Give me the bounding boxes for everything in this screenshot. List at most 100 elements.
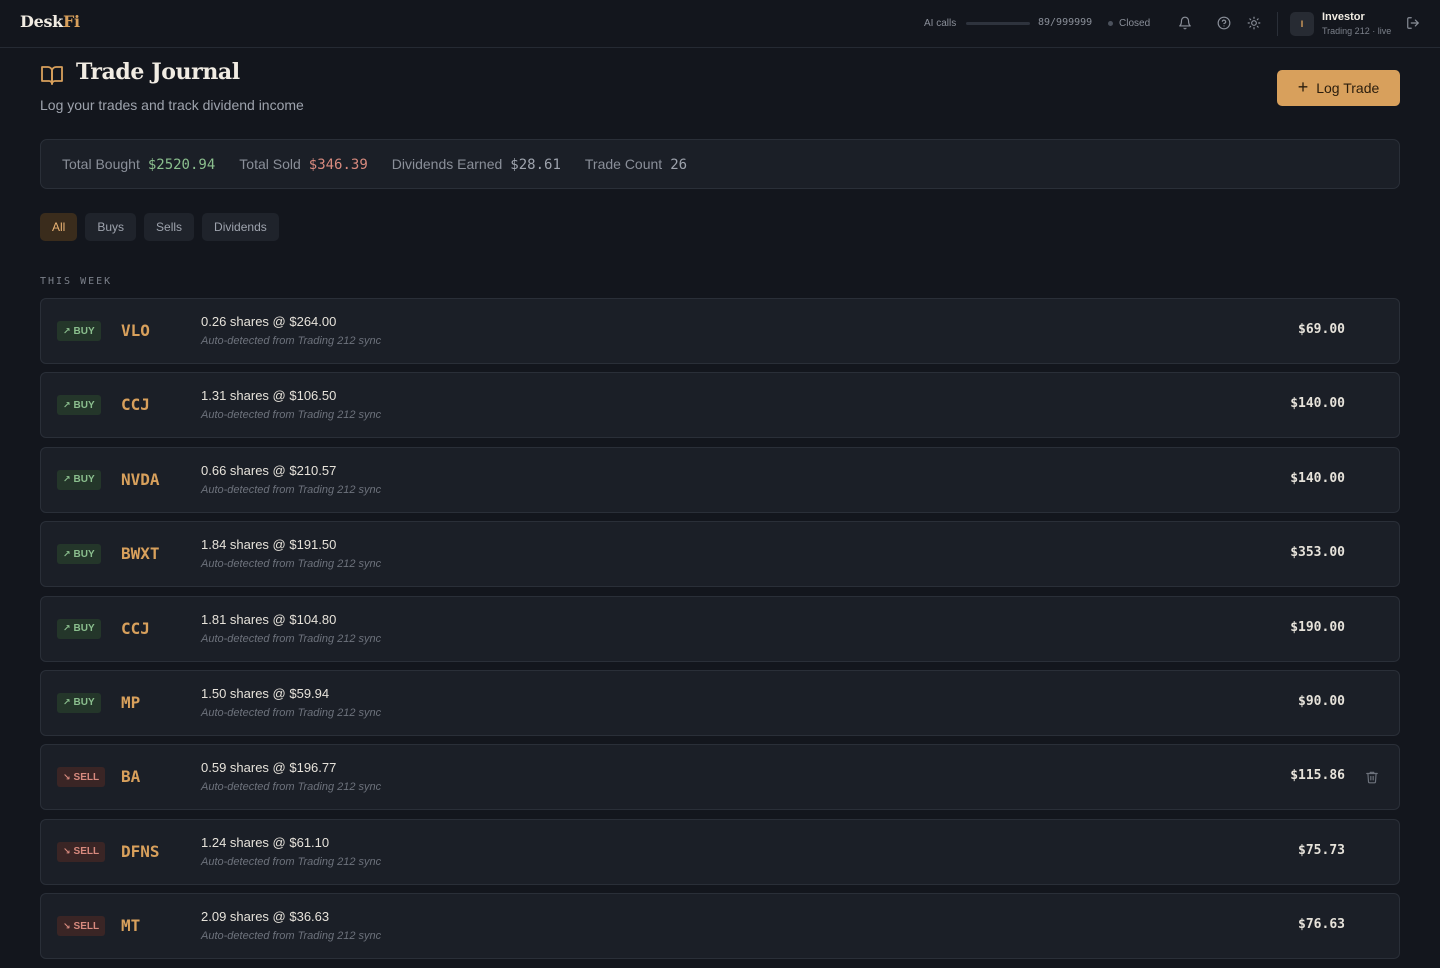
ai-calls-progress: [966, 22, 1030, 25]
trade-ticker: CCJ: [121, 395, 150, 415]
trade-type-badge: ↗ BUY: [57, 395, 101, 416]
trade-ticker: CCJ: [121, 618, 150, 638]
filter-dividends[interactable]: Dividends: [202, 213, 279, 241]
trade-type-label: BUY: [73, 325, 95, 337]
trade-note: Auto-detected from Trading 212 sync: [201, 930, 382, 943]
status-dot-icon: [1108, 21, 1113, 26]
trade-type-label: SELL: [73, 771, 100, 783]
trade-note: Auto-detected from Trading 212 sync: [201, 781, 382, 794]
avatar[interactable]: I: [1290, 12, 1314, 36]
market-status-text: Closed: [1119, 18, 1151, 29]
trade-type-label: BUY: [73, 399, 95, 411]
bell-icon: [1179, 16, 1191, 30]
log-trade-button[interactable]: + Log Trade: [1277, 70, 1400, 106]
trade-row[interactable]: ↗ BUY VLO 0.26 shares @ $264.00 Auto-det…: [40, 298, 1400, 364]
filter-sells[interactable]: Sells: [144, 213, 195, 241]
trend-up-icon: ↗: [63, 697, 71, 708]
trade-ticker: NVDA: [121, 469, 160, 489]
trade-row[interactable]: ↘ SELL MT 2.09 shares @ $36.63 Auto-dete…: [40, 893, 1400, 960]
trade-type-label: BUY: [73, 697, 95, 709]
trade-ticker: VLO: [121, 321, 150, 340]
help-button[interactable]: [1215, 14, 1233, 32]
trend-down-icon: ↘: [63, 771, 71, 782]
trade-amount: $76.63: [1298, 917, 1345, 933]
market-status: Closed: [1108, 18, 1150, 29]
trade-row[interactable]: ↗ BUY BWXT 1.84 shares @ $191.50 Auto-de…: [40, 521, 1400, 588]
stat-label: Total Bought: [62, 155, 140, 172]
trade-description: 1.50 shares @ $59.94: [201, 685, 330, 701]
trade-type-badge: ↗ BUY: [57, 618, 101, 639]
trade-type-label: BUY: [73, 548, 95, 560]
stat-value: $28.61: [510, 156, 561, 173]
sun-icon: [1247, 16, 1261, 30]
trend-up-icon: ↗: [63, 325, 71, 336]
filter-tabs: All Buys Sells Dividends: [40, 213, 279, 241]
page-subtitle: Log your trades and track dividend incom…: [40, 97, 304, 113]
trade-type-badge: ↘ SELL: [57, 767, 106, 788]
book-open-icon: [41, 66, 63, 85]
trade-ticker: DFNS: [121, 841, 160, 861]
log-trade-label: Log Trade: [1316, 80, 1380, 96]
stat-value: 26: [670, 156, 688, 173]
trade-row[interactable]: ↗ BUY MP 1.50 shares @ $59.94 Auto-detec…: [40, 669, 1400, 736]
stat-trade-count: Trade Count 26: [585, 156, 687, 173]
trade-row[interactable]: ↗ BUY CCJ 1.31 shares @ $106.50 Auto-det…: [40, 372, 1400, 439]
stat-label: Trade Count: [584, 155, 663, 172]
trade-amount: $140.00: [1290, 470, 1345, 486]
top-bar: DeskFi AI calls 89/999999 Closed I Inves…: [0, 0, 1440, 48]
stat-label: Total Sold: [239, 155, 301, 172]
summary-stats: Total Bought $2520.94 Total Sold $346.39…: [40, 139, 1400, 189]
trade-description: 1.31 shares @ $106.50: [201, 388, 337, 404]
ai-calls-label: AI calls: [924, 18, 957, 29]
trend-down-icon: ↘: [63, 846, 71, 857]
trade-row[interactable]: ↗ BUY CCJ 1.81 shares @ $104.80 Auto-det…: [40, 595, 1400, 662]
logout-button[interactable]: [1404, 14, 1422, 32]
stat-label: Dividends Earned: [391, 155, 503, 172]
trade-description: 0.66 shares @ $210.57: [201, 462, 337, 478]
trade-amount: $75.73: [1298, 842, 1345, 858]
trade-amount: $90.00: [1298, 693, 1345, 709]
app-logo[interactable]: DeskFi: [20, 12, 80, 31]
logo-main: Desk: [20, 12, 63, 31]
stat-total-sold: Total Sold $346.39: [239, 156, 368, 173]
trade-row[interactable]: ↘ SELL BA 0.59 shares @ $196.77 Auto-det…: [40, 744, 1400, 811]
trade-type-label: SELL: [73, 846, 100, 858]
stat-value: $2520.94: [147, 156, 216, 173]
trade-note: Auto-detected from Trading 212 sync: [201, 855, 382, 868]
trade-note: Auto-detected from Trading 212 sync: [201, 409, 382, 422]
trade-type-badge: ↘ SELL: [57, 841, 106, 862]
trade-row[interactable]: ↘ SELL DFNS 1.24 shares @ $61.10 Auto-de…: [40, 818, 1400, 885]
trash-icon: [1366, 772, 1378, 784]
filter-buys[interactable]: Buys: [85, 213, 137, 241]
help-circle-icon: [1217, 16, 1231, 30]
trade-amount: $140.00: [1290, 396, 1345, 412]
notifications-button[interactable]: [1176, 14, 1194, 32]
trade-amount: $115.86: [1290, 768, 1345, 784]
trade-description: 0.26 shares @ $264.00: [201, 314, 337, 329]
trade-amount: $190.00: [1290, 619, 1345, 635]
trade-description: 1.24 shares @ $61.10: [201, 834, 330, 850]
delete-trade-button[interactable]: [1365, 769, 1379, 785]
trend-down-icon: ↘: [63, 920, 71, 931]
logout-icon: [1407, 17, 1419, 29]
trade-type-label: BUY: [73, 474, 95, 486]
trade-type-badge: ↗ BUY: [57, 692, 101, 713]
page-title: Trade Journal: [76, 59, 240, 85]
trade-amount: $353.00: [1290, 545, 1345, 561]
trade-description: 2.09 shares @ $36.63: [201, 909, 330, 925]
trade-type-badge: ↗ BUY: [57, 321, 101, 341]
stat-total-bought: Total Bought $2520.94: [62, 156, 215, 173]
trade-row[interactable]: ↗ BUY NVDA 0.66 shares @ $210.57 Auto-de…: [40, 446, 1400, 513]
filter-all[interactable]: All: [40, 213, 78, 241]
trade-list: ↗ BUY VLO 0.26 shares @ $264.00 Auto-det…: [40, 298, 1400, 968]
trend-up-icon: ↗: [63, 399, 71, 410]
trade-description: 0.59 shares @ $196.77: [201, 760, 337, 776]
logo-accent: Fi: [62, 12, 80, 31]
trade-description: 1.84 shares @ $191.50: [201, 537, 337, 553]
stat-value: $346.39: [308, 156, 368, 173]
trade-type-badge: ↘ SELL: [57, 916, 106, 937]
section-label-this-week: THIS WEEK: [40, 276, 113, 287]
trade-description: 1.81 shares @ $104.80: [201, 611, 337, 627]
theme-toggle-button[interactable]: [1245, 14, 1263, 32]
trade-note: Auto-detected from Trading 212 sync: [201, 483, 382, 496]
